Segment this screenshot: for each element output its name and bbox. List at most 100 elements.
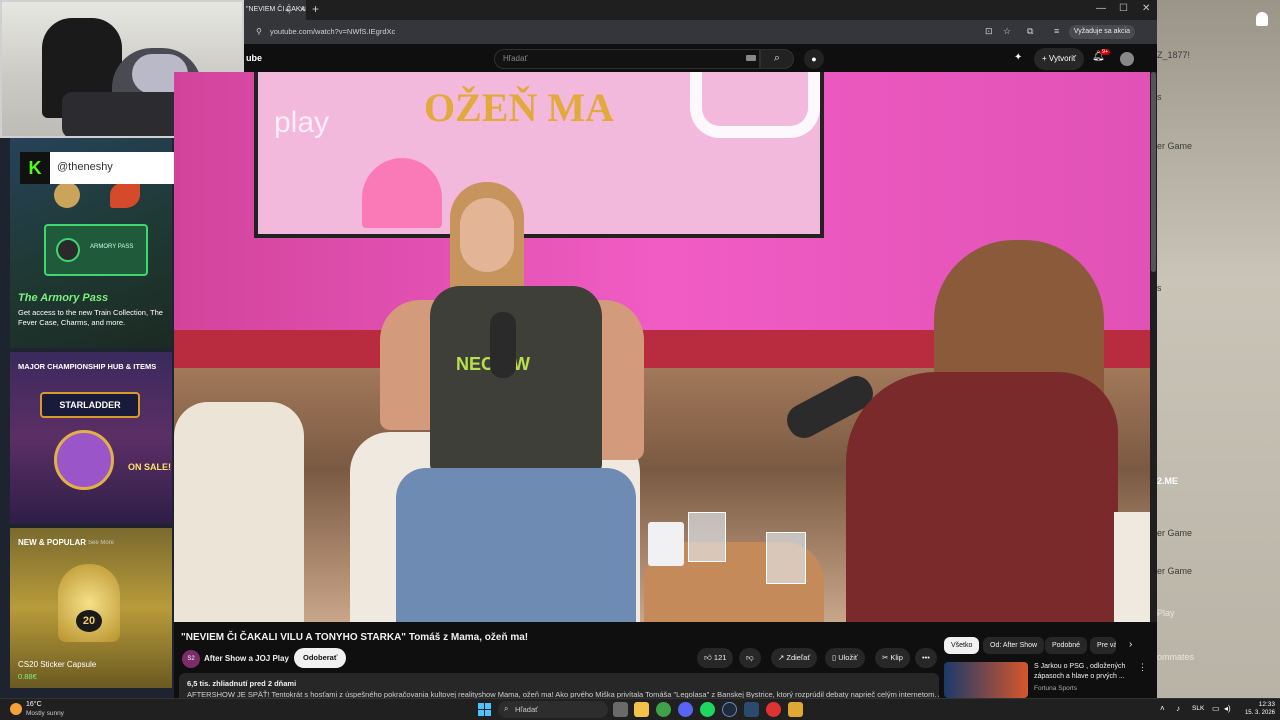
bookmark-star-icon[interactable]: ☆: [1003, 26, 1011, 37]
mic-icon[interactable]: ●: [804, 49, 824, 69]
chip-from-channel[interactable]: Od: After Show: [983, 637, 1045, 654]
heart-shape: [362, 158, 442, 228]
subscribe-button[interactable]: Odoberať: [294, 648, 347, 668]
maximize-button[interactable]: ☐: [1119, 3, 1128, 14]
clock-time[interactable]: 12:33: [1245, 701, 1275, 708]
major-championship-card[interactable]: MAJOR CHAMPIONSHIP HUB & ITEMS STARLADDE…: [10, 352, 172, 524]
search-input[interactable]: Hľadať: [494, 49, 760, 69]
chevron-up-icon[interactable]: ˄: [1160, 704, 1165, 713]
more-actions-button[interactable]: •••: [915, 648, 937, 668]
channel-avatar[interactable]: S2: [182, 650, 200, 668]
mic-left: [490, 312, 516, 378]
keyboard-icon[interactable]: [746, 55, 756, 61]
capsule-badge: 20: [76, 610, 102, 632]
windows-start-icon[interactable]: [478, 703, 491, 716]
scroll-thumb[interactable]: [1151, 72, 1156, 272]
file-explorer-icon[interactable]: [634, 702, 649, 717]
kebab-menu-icon[interactable]: ⋮: [1138, 662, 1147, 673]
wallpaper-label: er Game: [1157, 528, 1193, 538]
mic-tray-icon[interactable]: ♪: [1176, 704, 1180, 713]
minimize-button[interactable]: —: [1096, 3, 1106, 14]
screen-play-text: play: [274, 106, 330, 139]
guest-jeans: [396, 468, 636, 622]
clip-button[interactable]: ✂ Klip: [875, 648, 910, 668]
save-button[interactable]: ▯ Uložiť: [825, 648, 865, 668]
studio-screen: OŽEŇ MA play: [254, 72, 824, 238]
notification-badge: 9+: [1100, 49, 1111, 55]
app-icon[interactable]: [766, 702, 781, 717]
new-popular-title: NEW & POPULAR: [18, 538, 86, 547]
chip-related[interactable]: Podobné: [1045, 637, 1088, 654]
cs-promo-panel: ARMORY PASS The Armory Pass Get access t…: [0, 138, 174, 698]
task-view-icon[interactable]: [613, 702, 628, 717]
close-window-button[interactable]: ✕: [1142, 3, 1150, 14]
frame-shape: [690, 72, 820, 138]
language-indicator[interactable]: SLK: [1192, 705, 1204, 712]
weather-desc[interactable]: Mostly sunny: [26, 710, 64, 717]
recommended-channel[interactable]: Fortuna Sports: [1034, 685, 1077, 692]
wallpaper-label: Play: [1157, 608, 1175, 618]
new-popular-card[interactable]: NEW & POPULAR See More 20 CS20 Sticker C…: [10, 528, 172, 688]
charm-icon: [110, 182, 140, 208]
see-more-link[interactable]: See More: [88, 540, 114, 546]
share-button[interactable]: ↗ Zdieľať: [771, 648, 818, 668]
description-box[interactable]: 6,5 tis. zhliadnutí pred 2 dňami AFTERSH…: [179, 673, 939, 698]
youtube-logo[interactable]: ube: [246, 53, 262, 63]
create-label: Vytvoriť: [1048, 54, 1077, 63]
wallpaper-label: er Game: [1157, 566, 1193, 576]
cast-icon[interactable]: ✦: [1014, 52, 1022, 63]
chip-for-you[interactable]: Pre vás: [1090, 637, 1116, 654]
site-info-icon[interactable]: ⚲: [256, 27, 262, 36]
app-icon[interactable]: [722, 702, 737, 717]
discord-icon[interactable]: [678, 702, 693, 717]
network-icon[interactable]: ▭: [1212, 704, 1220, 713]
sun-icon[interactable]: [10, 703, 22, 715]
recommended-title[interactable]: S Jarkou o PSG , odložených zápasoch a h…: [1034, 662, 1138, 682]
guest-face: [460, 198, 514, 272]
app-icon[interactable]: [788, 702, 803, 717]
weather-temp[interactable]: 16°C: [26, 701, 42, 708]
like-button[interactable]: 👍︎ 121: [697, 648, 734, 668]
star-icon: [56, 238, 80, 262]
channel-name[interactable]: After Show a JOJ Play: [204, 654, 289, 663]
install-icon[interactable]: ⊡: [985, 26, 993, 37]
volume-icon[interactable]: ◂): [1224, 704, 1231, 713]
spotify-icon[interactable]: [700, 702, 715, 717]
video-player[interactable]: OŽEŇ MA play NEON W: [174, 72, 1150, 622]
recommended-thumbnail[interactable]: [944, 662, 1028, 698]
youtube-header: ube Hľadať ⌕ ● ✦ + Vytvoriť 🔔︎ 9+: [244, 44, 1157, 72]
user-icon[interactable]: [1256, 12, 1268, 26]
chair-right: [1114, 512, 1150, 622]
glass: [766, 532, 806, 584]
action-required-button[interactable]: Vyžaduje sa akcia: [1068, 25, 1135, 39]
new-tab-button[interactable]: +: [312, 2, 319, 16]
chrome-icon[interactable]: [656, 702, 671, 717]
clock-date[interactable]: 15. 3. 2026: [1238, 710, 1275, 716]
tab-youtube[interactable]: "NEVIEM ČI ČAKALI V: [244, 0, 306, 20]
url-text[interactable]: youtube.com/watch?v=NWfS.IEgrdXc: [270, 27, 395, 36]
taskbar-search[interactable]: Hľadať: [498, 701, 608, 718]
show-sign: OŽEŇ MA: [424, 85, 614, 130]
cup: [648, 522, 684, 566]
browser-window: "NEVIEM ČI ČAKALI V ◂) ✕ + — ☐ ✕ ⚲ youtu…: [174, 0, 1157, 698]
search-button[interactable]: ⌕: [760, 49, 794, 69]
chip-all[interactable]: Všetko: [944, 637, 980, 654]
search-icon: ⌕: [504, 704, 509, 713]
dislike-button[interactable]: 👎︎: [739, 648, 761, 668]
steam-icon[interactable]: [744, 702, 759, 717]
speaker-icon[interactable]: ◂): [285, 6, 291, 14]
address-bar[interactable]: ⚲ youtube.com/watch?v=NWfS.IEgrdXc ⊡ ☆ ⧉…: [244, 20, 1157, 44]
sticker-icon: [54, 430, 114, 490]
scrollbar[interactable]: [1150, 72, 1157, 698]
start-tile: [485, 703, 491, 709]
account-avatar[interactable]: [1120, 52, 1134, 66]
media-icon[interactable]: ≡: [1054, 26, 1059, 36]
save-label: Uložiť: [838, 653, 858, 662]
share-label: Zdieľať: [786, 653, 811, 662]
taskbar: 16°C Mostly sunny Hľadať ⌕ ˄ ♪ SLK ▭ ◂) …: [0, 698, 1280, 720]
chevron-right-icon[interactable]: ›: [1129, 639, 1132, 650]
create-button[interactable]: + Vytvoriť: [1034, 48, 1085, 70]
close-tab-icon[interactable]: ✕: [299, 5, 306, 14]
extensions-icon[interactable]: ⧉: [1027, 26, 1033, 37]
kick-logo-icon: K: [20, 152, 50, 184]
